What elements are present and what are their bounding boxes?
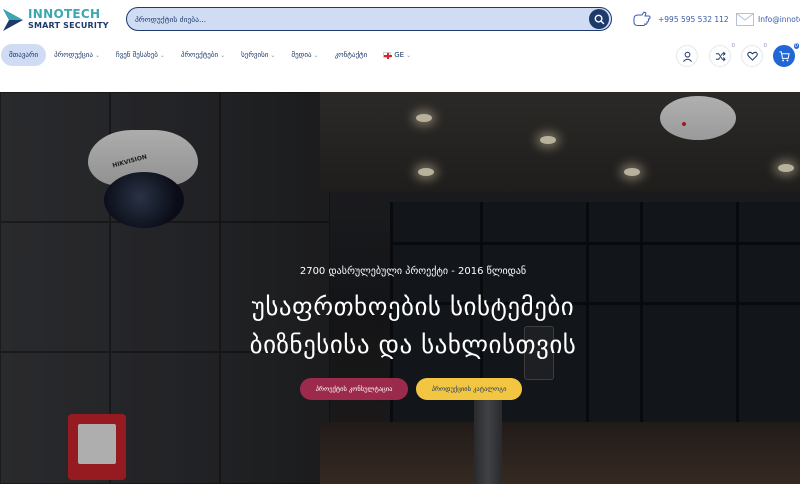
email-contact[interactable]: Info@innote (736, 10, 800, 28)
phone-number: +995 595 532 112 (658, 14, 729, 24)
wishlist-button[interactable]: 0 (741, 43, 767, 67)
envelope-icon (736, 12, 754, 26)
search-icon (594, 14, 604, 24)
project-consultation-button[interactable]: პროექტის კონსულტაცია (300, 378, 408, 400)
chevron-down-icon: ⌄ (406, 51, 412, 59)
nav-item-label: მედია (291, 51, 312, 59)
nav-item-service[interactable]: სერვისი ⌄ (233, 44, 283, 66)
phone-hand-icon (633, 11, 651, 26)
search-input[interactable] (135, 11, 575, 27)
search-bar (126, 7, 612, 31)
nav-item-media[interactable]: მედია ⌄ (283, 44, 326, 66)
chevron-down-icon: ⌄ (220, 51, 226, 59)
search-button[interactable] (589, 9, 609, 29)
brand-logo[interactable]: INNOTECH SMART SECURITY (2, 6, 112, 34)
chevron-down-icon: ⌄ (270, 51, 276, 59)
top-bar: INNOTECH SMART SECURITY +995 595 532 112… (0, 0, 800, 40)
nav-item-contact[interactable]: კონტაქტი (327, 44, 376, 66)
hero-dark-overlay (0, 92, 800, 484)
chevron-down-icon: ⌄ (313, 51, 319, 59)
logo-arrow-icon (3, 9, 23, 31)
email-address: Info@innote (758, 14, 800, 24)
heart-icon (746, 51, 758, 61)
product-catalog-button[interactable]: პროდუქციის კატალოგი (416, 378, 522, 400)
chevron-down-icon: ⌄ (94, 51, 100, 59)
nav-item-projects[interactable]: პროექტები ⌄ (173, 44, 233, 66)
chevron-down-icon: ⌄ (159, 51, 165, 59)
compare-button[interactable]: 0 (709, 43, 735, 67)
cart-icon (778, 50, 790, 61)
phone-contact[interactable]: +995 595 532 112 (632, 9, 729, 29)
nav-item-home[interactable]: მთავარი (1, 44, 47, 66)
georgia-flag-icon (383, 52, 393, 59)
nav-item-products[interactable]: პროდუქცია ⌄ (46, 44, 108, 66)
nav-item-label: კონტაქტი (334, 51, 368, 59)
hero-subtitle: 2700 დასრულებული პროექტი - 2016 წლიდან (299, 266, 527, 277)
nav-item-about[interactable]: ჩვენ შესახებ ⌄ (108, 44, 173, 66)
user-icon (682, 51, 692, 62)
wishlist-count: 0 (763, 43, 768, 49)
hero-title-line2: ბიზნესისა და სახლისთვის (249, 330, 577, 359)
account-button[interactable] (676, 45, 698, 67)
nav-item-label: მთავარი (9, 51, 39, 59)
language-switcher[interactable]: GE ⌄ (375, 44, 419, 66)
hero-title-line1: უსაფრთხოების სისტემები (251, 292, 575, 321)
nav-item-label: პროექტები (180, 51, 219, 59)
nav-item-label: ჩვენ შესახებ (115, 51, 158, 59)
nav-item-label: პროდუქცია (54, 51, 93, 59)
shuffle-icon (715, 51, 726, 61)
compare-count: 0 (731, 43, 736, 49)
cart-count: 0 (793, 43, 799, 49)
language-label: GE (394, 51, 405, 59)
cart-button[interactable]: 0 (773, 43, 799, 67)
brand-name-bottom: SMART SECURITY (28, 21, 109, 30)
hero-banner: HIKVISION (0, 92, 800, 484)
nav-item-label: სერვისი (241, 51, 269, 59)
brand-name-top: INNOTECH (28, 7, 101, 21)
